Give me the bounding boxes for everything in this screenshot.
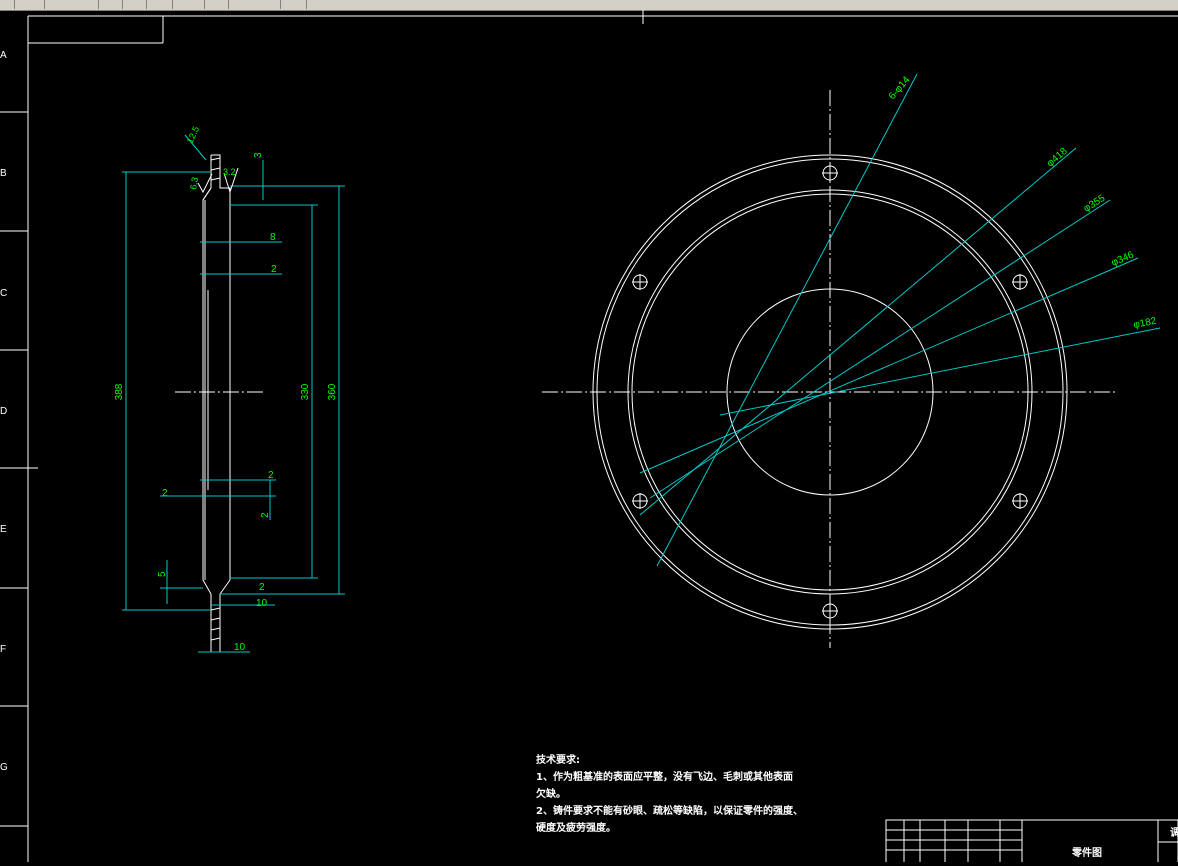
roughness-label-1: 6.3 [188, 176, 200, 190]
title-block-name: 零件图 [1071, 846, 1102, 859]
section-view [202, 154, 231, 653]
dim-inner-diameter: φ346 [1110, 249, 1136, 268]
roughness-label-3: 12.5 [185, 125, 201, 145]
drawing-frame [0, 10, 1178, 862]
layer-icon[interactable] [214, 0, 229, 9]
print-icon[interactable] [190, 0, 205, 9]
notes-title: 技术要求: [536, 755, 580, 766]
pan-icon[interactable] [108, 0, 123, 9]
zone-d: D [0, 406, 7, 417]
title-block [885, 819, 1178, 865]
dim-step-mid-3: 2 [260, 512, 271, 518]
dim-bore-diameter: φ182 [1132, 316, 1157, 331]
dim-bolt-circle: φ355 [1082, 193, 1108, 215]
dim-foot-width: 10 [234, 642, 246, 653]
front-dim-text: 6-φ14 φ418 φ355 φ346 φ182 [887, 74, 1158, 331]
section-dimensions [122, 134, 345, 653]
dim-overall-height: 388 [114, 383, 125, 400]
dim-thickness-top: 8 [270, 232, 276, 243]
section-dim-text: 388 360 330 8 2 2 2 2 3 5 2 10 10 6.3 3.… [114, 125, 338, 653]
arrow-icon[interactable] [0, 0, 15, 9]
roughness-label-2: 3.2 [223, 167, 236, 177]
front-centerlines [542, 90, 1118, 648]
pointer-icon[interactable] [30, 0, 45, 9]
dim-inner-height: 330 [300, 383, 311, 400]
help-icon[interactable] [292, 0, 307, 9]
section-hatching [210, 157, 221, 641]
notes-line-1: 1、作为粗基准的表面应平整，没有飞边、毛刺或其他表面 [536, 772, 793, 783]
front-dimension-leaders [639, 73, 1161, 567]
dim-top-offset: 3 [253, 152, 264, 158]
dim-hole-callout: 6-φ14 [887, 74, 913, 102]
notes-line-2b: 硬度及疲劳强度。 [536, 823, 616, 834]
dim-step-top: 2 [271, 264, 277, 275]
zoom-icon[interactable] [84, 0, 99, 9]
title-block-edge: 调 [1170, 826, 1178, 839]
technical-notes: 技术要求: 1、作为粗基准的表面应平整，没有飞边、毛刺或其他表面 欠缺。 2、铸… [536, 752, 803, 837]
dim-step-mid-2: 2 [162, 488, 168, 499]
zone-g: G [0, 762, 8, 773]
drawing-canvas[interactable]: A B C D E F G 388 360 330 8 2 2 2 2 3 5 … [0, 10, 1178, 865]
zone-labels: A B C D E F G [0, 50, 8, 773]
copy-icon[interactable] [158, 0, 173, 9]
notes-line-2: 2、铸件要求不能有砂眼、疏松等缺陷，以保证零件的强度、 [536, 806, 803, 817]
zone-c: C [0, 288, 7, 299]
dim-step-mid-1: 2 [268, 470, 274, 481]
zone-e: E [0, 524, 7, 535]
cad-drawing: A B C D E F G 388 360 330 8 2 2 2 2 3 5 … [0, 10, 1178, 865]
dim-outer-diameter: φ418 [1045, 146, 1070, 170]
zone-a: A [0, 50, 7, 61]
zone-f: F [0, 644, 6, 655]
dim-outer-height: 360 [327, 383, 338, 400]
dim-bottom-height: 5 [157, 571, 168, 577]
dim-bottom-width: 10 [256, 598, 268, 609]
dim-bottom-step: 2 [259, 582, 265, 593]
properties-icon[interactable] [132, 0, 147, 9]
settings-icon[interactable] [266, 0, 281, 9]
notes-line-1b: 欠缺。 [536, 789, 566, 800]
zone-b: B [0, 168, 7, 179]
